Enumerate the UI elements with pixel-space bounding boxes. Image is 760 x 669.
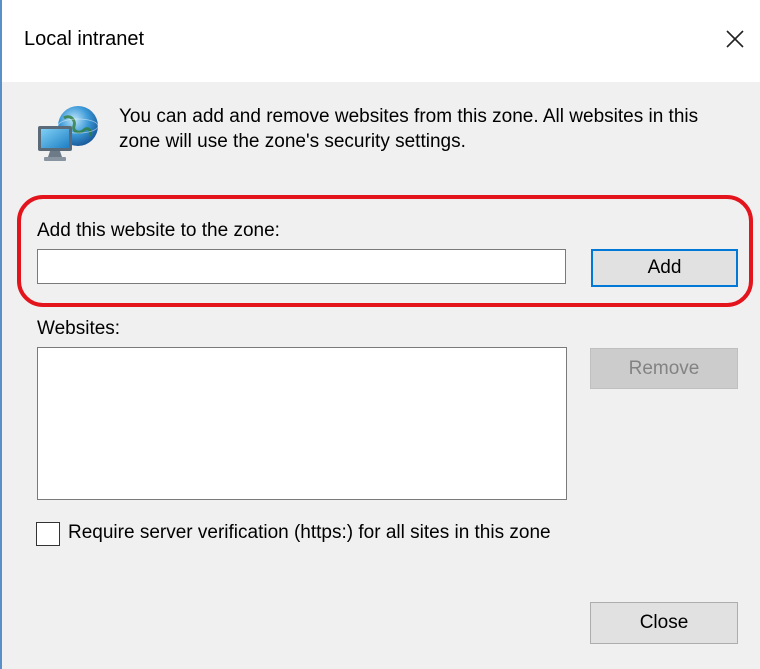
title-bar: Local intranet	[2, 0, 760, 82]
close-button[interactable]: Close	[590, 602, 738, 644]
websites-list[interactable]	[37, 347, 567, 500]
websites-label: Websites:	[37, 318, 121, 339]
add-button[interactable]: Add	[591, 249, 738, 287]
add-website-label: Add this website to the zone:	[37, 220, 280, 241]
dialog-title: Local intranet	[24, 28, 145, 50]
require-verification-label[interactable]: Require server verification (https:) for…	[68, 522, 551, 544]
close-icon[interactable]	[718, 22, 752, 56]
remove-button[interactable]: Remove	[590, 348, 738, 389]
require-verification-checkbox[interactable]	[36, 522, 60, 546]
globe-computer-icon	[38, 106, 99, 161]
zone-description: You can add and remove websites from thi…	[119, 106, 699, 152]
local-intranet-dialog: Local intranet You can add and remove we…	[0, 0, 760, 669]
window-left-border	[0, 0, 2, 669]
website-input[interactable]	[37, 249, 566, 284]
